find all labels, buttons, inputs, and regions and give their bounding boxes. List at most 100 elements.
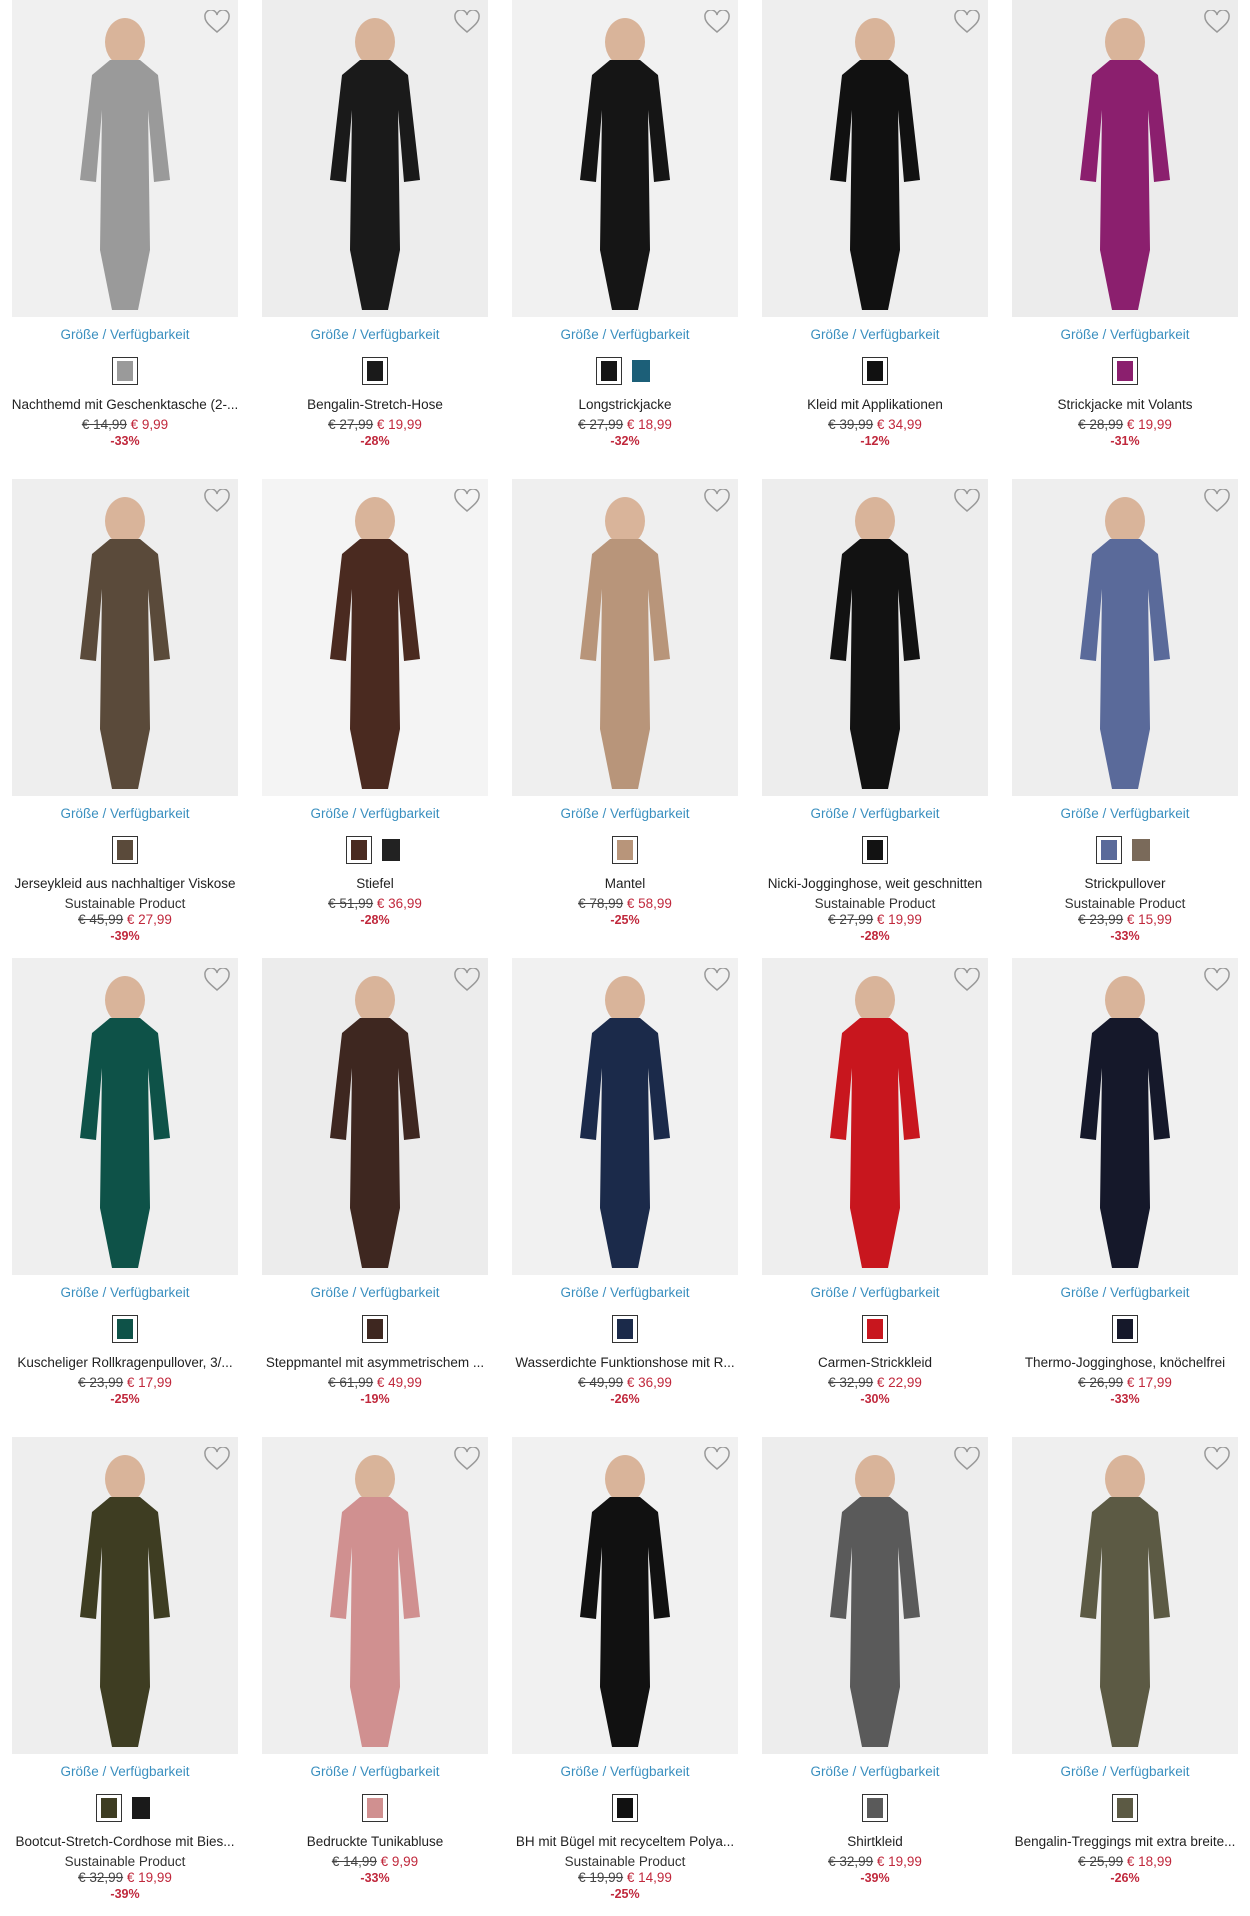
product-image[interactable] bbox=[1012, 1437, 1238, 1754]
product-card[interactable]: Größe / Verfügbarkeit Carmen-Strickkleid €… bbox=[750, 958, 1000, 1436]
product-name[interactable]: Thermo-Jogginghose, knöchelfrei bbox=[1006, 1355, 1244, 1370]
product-card[interactable]: Größe / Verfügbarkeit Bengalin-Treggings … bbox=[1000, 1437, 1250, 1915]
product-name[interactable]: Shirtkleid bbox=[756, 1834, 994, 1849]
color-swatch[interactable] bbox=[362, 357, 388, 385]
size-availability-link[interactable]: Größe / Verfügbarkeit bbox=[0, 1285, 250, 1300]
wishlist-heart-icon[interactable] bbox=[954, 968, 980, 992]
size-availability-link[interactable]: Größe / Verfügbarkeit bbox=[250, 1764, 500, 1779]
product-image[interactable] bbox=[12, 479, 238, 796]
wishlist-heart-icon[interactable] bbox=[954, 489, 980, 513]
product-name[interactable]: Strickjacke mit Volants bbox=[1006, 397, 1244, 412]
product-image[interactable] bbox=[512, 0, 738, 317]
product-image[interactable] bbox=[12, 958, 238, 1275]
product-name[interactable]: Mantel bbox=[506, 876, 744, 891]
wishlist-heart-icon[interactable] bbox=[1204, 968, 1230, 992]
wishlist-heart-icon[interactable] bbox=[954, 10, 980, 34]
wishlist-heart-icon[interactable] bbox=[204, 1447, 230, 1471]
wishlist-heart-icon[interactable] bbox=[454, 968, 480, 992]
product-card[interactable]: Größe / Verfügbarkeit Bedruckte Tunikablu… bbox=[250, 1437, 500, 1915]
product-card[interactable]: Größe / Verfügbarkeit Jerseykleid aus nac… bbox=[0, 479, 250, 957]
product-image[interactable] bbox=[262, 1437, 488, 1754]
product-card[interactable]: Größe / Verfügbarkeit Shirtkleid € 32,99 €… bbox=[750, 1437, 1000, 1915]
size-availability-link[interactable]: Größe / Verfügbarkeit bbox=[750, 806, 1000, 821]
color-swatch[interactable] bbox=[1112, 357, 1138, 385]
size-availability-link[interactable]: Größe / Verfügbarkeit bbox=[500, 1764, 750, 1779]
product-card[interactable]: Größe / Verfügbarkeit Nicki-Jogginghose, … bbox=[750, 479, 1000, 957]
wishlist-heart-icon[interactable] bbox=[704, 10, 730, 34]
wishlist-heart-icon[interactable] bbox=[454, 1447, 480, 1471]
color-swatch[interactable] bbox=[862, 1315, 888, 1343]
product-name[interactable]: Kuscheliger Rollkragenpullover, 3/... bbox=[6, 1355, 244, 1370]
product-name[interactable]: Strickpullover bbox=[1006, 876, 1244, 891]
color-swatch[interactable] bbox=[612, 836, 638, 864]
color-swatch[interactable] bbox=[612, 1794, 638, 1822]
color-swatch[interactable] bbox=[628, 357, 654, 385]
product-card[interactable]: Größe / Verfügbarkeit Bootcut-Stretch-Cor… bbox=[0, 1437, 250, 1915]
color-swatch[interactable] bbox=[112, 1315, 138, 1343]
product-card[interactable]: Größe / Verfügbarkeit Nachthemd mit Gesch… bbox=[0, 0, 250, 478]
color-swatch[interactable] bbox=[112, 357, 138, 385]
product-card[interactable]: Größe / Verfügbarkeit Strickjacke mit Vol… bbox=[1000, 0, 1250, 478]
size-availability-link[interactable]: Größe / Verfügbarkeit bbox=[250, 327, 500, 342]
size-availability-link[interactable]: Größe / Verfügbarkeit bbox=[750, 1285, 1000, 1300]
product-name[interactable]: Steppmantel mit asymmetrischem ... bbox=[256, 1355, 494, 1370]
color-swatch[interactable] bbox=[862, 836, 888, 864]
product-image[interactable] bbox=[512, 479, 738, 796]
color-swatch[interactable] bbox=[362, 1315, 388, 1343]
color-swatch[interactable] bbox=[1112, 1794, 1138, 1822]
wishlist-heart-icon[interactable] bbox=[704, 1447, 730, 1471]
product-card[interactable]: Größe / Verfügbarkeit BH mit Bügel mit re… bbox=[500, 1437, 750, 1915]
size-availability-link[interactable]: Größe / Verfügbarkeit bbox=[0, 327, 250, 342]
wishlist-heart-icon[interactable] bbox=[204, 489, 230, 513]
color-swatch[interactable] bbox=[862, 1794, 888, 1822]
color-swatch[interactable] bbox=[128, 1794, 154, 1822]
wishlist-heart-icon[interactable] bbox=[1204, 489, 1230, 513]
color-swatch[interactable] bbox=[378, 836, 404, 864]
size-availability-link[interactable]: Größe / Verfügbarkeit bbox=[0, 1764, 250, 1779]
product-image[interactable] bbox=[12, 1437, 238, 1754]
color-swatch[interactable] bbox=[1096, 836, 1122, 864]
product-name[interactable]: Jerseykleid aus nachhaltiger Viskose bbox=[6, 876, 244, 891]
product-name[interactable]: Kleid mit Applikationen bbox=[756, 397, 994, 412]
color-swatch[interactable] bbox=[612, 1315, 638, 1343]
product-card[interactable]: Größe / Verfügbarkeit Mantel € 78,99 € 58,… bbox=[500, 479, 750, 957]
color-swatch[interactable] bbox=[862, 357, 888, 385]
size-availability-link[interactable]: Größe / Verfügbarkeit bbox=[250, 1285, 500, 1300]
product-card[interactable]: Größe / Verfügbarkeit Thermo-Jogginghose,… bbox=[1000, 958, 1250, 1436]
size-availability-link[interactable]: Größe / Verfügbarkeit bbox=[1000, 1285, 1250, 1300]
product-card[interactable]: Größe / Verfügbarkeit Steppmantel mit asy… bbox=[250, 958, 500, 1436]
wishlist-heart-icon[interactable] bbox=[454, 10, 480, 34]
product-name[interactable]: Bengalin-Treggings mit extra breite... bbox=[1006, 1834, 1244, 1849]
product-card[interactable]: Größe / Verfügbarkeit Wasserdichte Funkti… bbox=[500, 958, 750, 1436]
color-swatch[interactable] bbox=[346, 836, 372, 864]
product-name[interactable]: Bootcut-Stretch-Cordhose mit Bies... bbox=[6, 1834, 244, 1849]
size-availability-link[interactable]: Größe / Verfügbarkeit bbox=[500, 327, 750, 342]
product-image[interactable] bbox=[762, 1437, 988, 1754]
product-image[interactable] bbox=[262, 479, 488, 796]
wishlist-heart-icon[interactable] bbox=[1204, 10, 1230, 34]
product-card[interactable]: Größe / Verfügbarkeit Kleid mit Applikati… bbox=[750, 0, 1000, 478]
color-swatch[interactable] bbox=[362, 1794, 388, 1822]
wishlist-heart-icon[interactable] bbox=[454, 489, 480, 513]
wishlist-heart-icon[interactable] bbox=[204, 968, 230, 992]
product-name[interactable]: Carmen-Strickkleid bbox=[756, 1355, 994, 1370]
product-name[interactable]: Wasserdichte Funktionshose mit R... bbox=[506, 1355, 744, 1370]
color-swatch[interactable] bbox=[112, 836, 138, 864]
size-availability-link[interactable]: Größe / Verfügbarkeit bbox=[500, 806, 750, 821]
product-card[interactable]: Größe / Verfügbarkeit Stiefel € 51,99 € 36… bbox=[250, 479, 500, 957]
product-name[interactable]: Nicki-Jogginghose, weit geschnitten bbox=[756, 876, 994, 891]
product-card[interactable]: Größe / Verfügbarkeit Kuscheliger Rollkra… bbox=[0, 958, 250, 1436]
size-availability-link[interactable]: Größe / Verfügbarkeit bbox=[1000, 1764, 1250, 1779]
product-name[interactable]: Stiefel bbox=[256, 876, 494, 891]
color-swatch[interactable] bbox=[96, 1794, 122, 1822]
product-image[interactable] bbox=[1012, 958, 1238, 1275]
product-name[interactable]: Longstrickjacke bbox=[506, 397, 744, 412]
color-swatch[interactable] bbox=[596, 357, 622, 385]
size-availability-link[interactable]: Größe / Verfügbarkeit bbox=[500, 1285, 750, 1300]
product-image[interactable] bbox=[262, 0, 488, 317]
wishlist-heart-icon[interactable] bbox=[1204, 1447, 1230, 1471]
size-availability-link[interactable]: Größe / Verfügbarkeit bbox=[750, 327, 1000, 342]
size-availability-link[interactable]: Größe / Verfügbarkeit bbox=[750, 1764, 1000, 1779]
wishlist-heart-icon[interactable] bbox=[704, 489, 730, 513]
size-availability-link[interactable]: Größe / Verfügbarkeit bbox=[250, 806, 500, 821]
